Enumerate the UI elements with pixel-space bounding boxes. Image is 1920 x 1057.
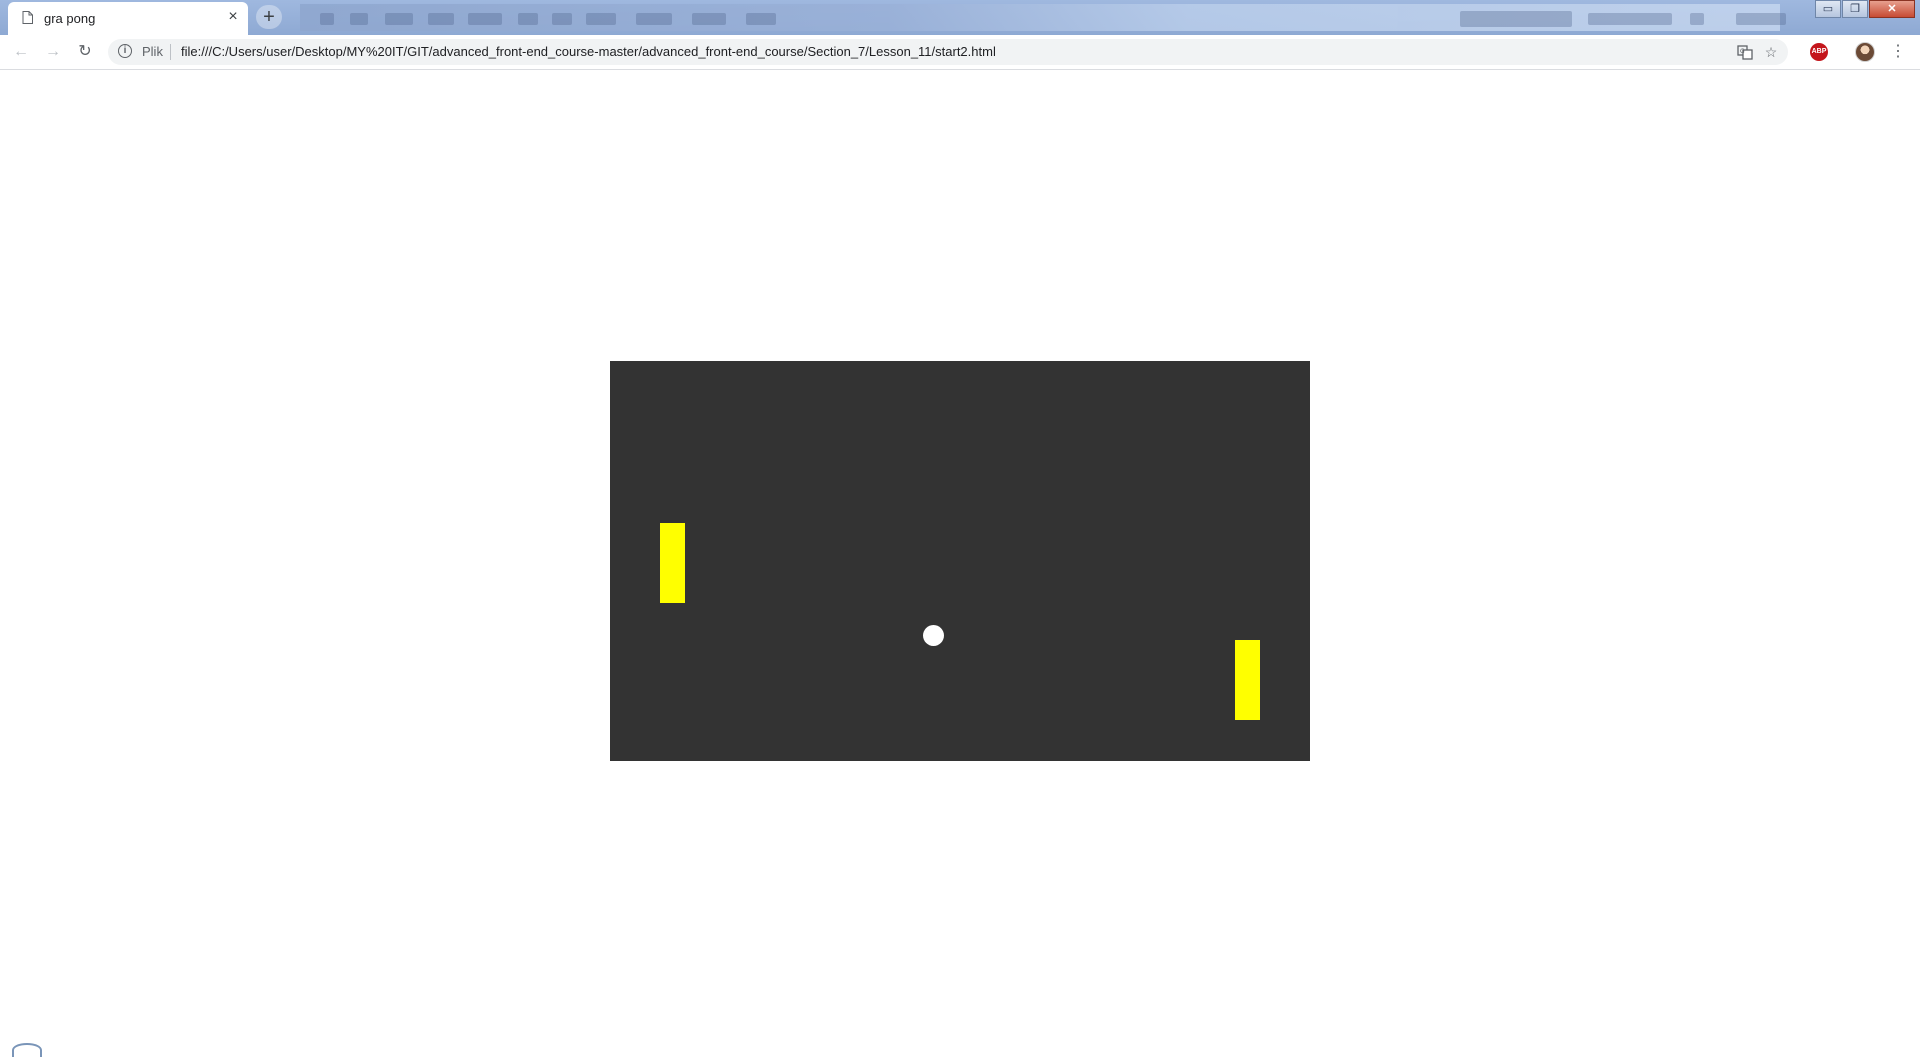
left-paddle — [660, 523, 685, 603]
bookmark-star-icon[interactable]: ☆ — [1762, 43, 1780, 61]
back-button[interactable]: ← — [9, 40, 33, 64]
adblock-plus-icon[interactable]: ABP — [1810, 43, 1828, 61]
browser-chrome: gra pong × + ▭ ❐ ✕ ← → ↻ i Plik file:///… — [0, 0, 1920, 70]
profile-avatar[interactable] — [1855, 42, 1875, 62]
minimize-button[interactable]: ▭ — [1815, 0, 1841, 18]
info-icon[interactable]: i — [118, 44, 132, 58]
background-window-blur — [300, 4, 1786, 31]
forward-button[interactable]: → — [41, 40, 65, 64]
close-icon[interactable]: × — [224, 8, 242, 26]
taskbar-edge — [12, 1043, 42, 1057]
right-paddle — [1235, 640, 1260, 720]
ball — [923, 625, 944, 646]
menu-icon[interactable]: ⋮ — [1888, 41, 1908, 63]
svg-text:G: G — [1740, 48, 1745, 55]
translate-icon[interactable]: G — [1736, 43, 1754, 61]
tab-strip: gra pong × + ▭ ❐ ✕ — [0, 0, 1920, 35]
tab-title: gra pong — [44, 11, 96, 26]
active-tab[interactable]: gra pong × — [8, 2, 248, 35]
pong-game-board[interactable] — [610, 361, 1310, 761]
address-bar[interactable]: i Plik file:///C:/Users/user/Desktop/MY%… — [108, 39, 1788, 65]
security-label[interactable]: Plik — [142, 44, 163, 59]
reload-button[interactable]: ↻ — [73, 40, 97, 64]
plus-icon[interactable]: + — [256, 5, 282, 29]
url-text[interactable]: file:///C:/Users/user/Desktop/MY%20IT/GI… — [181, 44, 996, 59]
omnibox-divider — [170, 44, 171, 60]
window-close-button[interactable]: ✕ — [1869, 0, 1915, 18]
restore-button[interactable]: ❐ — [1842, 0, 1868, 18]
browser-toolbar: ← → ↻ i Plik file:///C:/Users/user/Deskt… — [0, 35, 1920, 70]
page-icon — [22, 11, 33, 24]
